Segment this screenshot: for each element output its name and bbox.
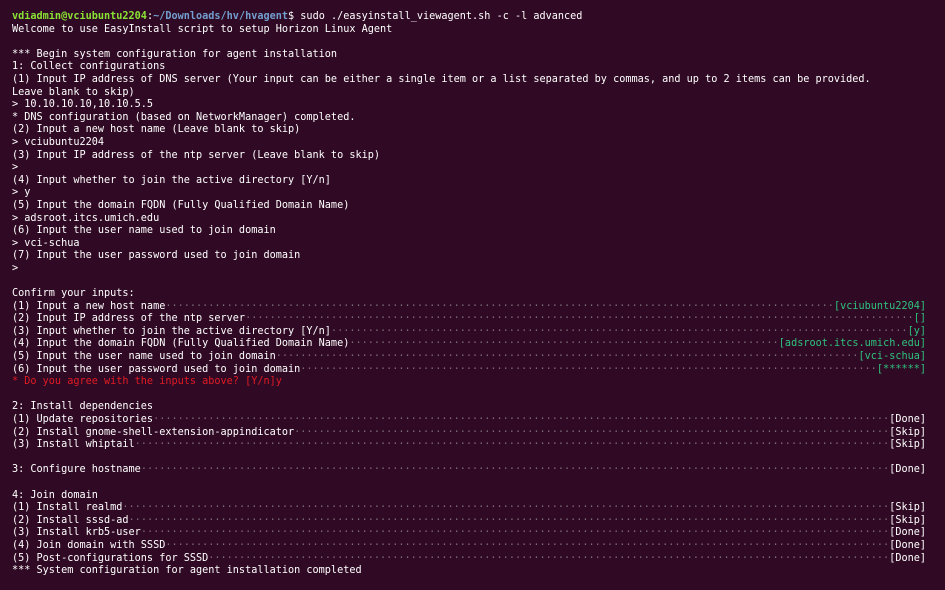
prompt-command: sudo ./easyinstall_viewagent.sh -c -l ad…: [300, 11, 583, 22]
command-prompt-line: vdiadmin@vciubuntu2204:~/Downloads/hv/hv…: [12, 11, 933, 24]
output-line: Leave blank to skip): [12, 86, 135, 98]
dot-leader: [276, 351, 859, 364]
output-line: (7) Input the user password used to join…: [12, 250, 301, 262]
output-line: *** Begin system configuration for agent…: [12, 48, 338, 60]
join-row-label: (4) Join domain with SSSD: [12, 539, 166, 551]
deps-row-status: [Done]: [889, 414, 926, 425]
join-row: (4) Join domain with SSSD [Done]: [12, 540, 926, 553]
output-line: (4) Input whether to join the active dir…: [12, 174, 331, 186]
join-row-status: [Skip]: [889, 514, 926, 526]
output-line: (2) Input a new host name (Leave blank t…: [12, 124, 301, 136]
dot-leader: [153, 414, 889, 427]
join-row-status: [Done]: [889, 552, 926, 564]
confirm-row: (5) Input the user name used to join dom…: [12, 351, 926, 364]
join-row: (1) Install realmd [Skip]: [12, 502, 926, 515]
prompt-path: ~/Downloads/hv/hvagent: [153, 11, 289, 22]
join-row-label: (1) Install realmd: [12, 502, 123, 514]
dot-leader: [141, 527, 889, 540]
confirm-row-value: [adsroot.itcs.umich.edu]: [778, 338, 926, 350]
deps-row-status: [Skip]: [889, 426, 926, 438]
deps-row-label: (3) Install whiptail: [12, 439, 135, 451]
dot-leader: [129, 515, 890, 528]
confirm-row-value: [******]: [876, 363, 926, 375]
join-row-status: [Skip]: [889, 502, 926, 514]
output-line: 1: Collect configurations: [12, 61, 166, 73]
confirm-row-value: [vci-schua]: [858, 351, 926, 363]
output-line: > 10.10.10.10,10.10.5.5: [12, 99, 154, 111]
dot-leader: [122, 502, 889, 515]
confirm-row: (2) Input IP address of the ntp server []: [12, 313, 926, 326]
terminal-window[interactable]: vdiadmin@vciubuntu2204:~/Downloads/hv/hv…: [0, 0, 945, 590]
confirm-row-label: (3) Input whether to join the active dir…: [12, 325, 331, 337]
confirm-question: * Do you agree with the inputs above? [Y…: [12, 376, 282, 388]
output-line: (5) Input the domain FQDN (Fully Qualifi…: [12, 199, 350, 211]
dot-leader: [349, 338, 778, 351]
output-line: >: [12, 162, 19, 174]
join-row: (2) Install sssd-ad [Skip]: [12, 515, 926, 528]
confirm-row-label: (2) Input IP address of the ntp server: [12, 313, 246, 325]
output-line: > vciubuntu2204: [12, 136, 105, 148]
join-row: (3) Install krb5-user [Done]: [12, 527, 926, 540]
dot-leader: [165, 301, 834, 314]
output-line: > y: [12, 187, 31, 199]
prompt-symbol: $: [288, 11, 301, 22]
confirm-row: (6) Input the user password used to join…: [12, 364, 926, 377]
deps-row: (1) Update repositories [Done]: [12, 414, 926, 427]
output-line: >: [12, 262, 19, 274]
join-row-label: (2) Install sssd-ad: [12, 514, 129, 526]
dot-leader: [245, 313, 914, 326]
deps-row-status: [Skip]: [889, 439, 926, 451]
output-line: (3) Input IP address of the ntp server (…: [12, 149, 381, 161]
join-row-label: (5) Post-configurations for SSSD: [12, 552, 209, 564]
completion-message: *** System configuration for agent insta…: [12, 565, 362, 577]
hostname-row-label: 3: Configure hostname: [12, 464, 141, 476]
output-line: Welcome to use EasyInstall script to set…: [12, 23, 393, 35]
dot-leader: [165, 540, 889, 553]
confirm-row-label: (5) Input the user name used to join dom…: [12, 351, 276, 363]
output-line: * DNS configuration (based on NetworkMan…: [12, 111, 356, 123]
join-row-status: [Done]: [889, 539, 926, 551]
hostname-row-status: [Done]: [889, 464, 926, 476]
dot-leader: [208, 553, 889, 566]
output-line: (6) Input the user name used to join dom…: [12, 225, 276, 237]
confirm-row: (1) Input a new host name [vciubuntu2204]: [12, 301, 926, 314]
confirm-row-value: []: [913, 313, 926, 325]
dot-leader: [331, 326, 908, 339]
dot-leader: [141, 464, 889, 477]
dot-leader: [135, 439, 890, 452]
confirm-row: (3) Input whether to join the active dir…: [12, 326, 926, 339]
confirm-row: (4) Input the domain FQDN (Fully Qualifi…: [12, 338, 926, 351]
deps-row-label: (2) Install gnome-shell-extension-appind…: [12, 426, 295, 438]
deps-row: (3) Install whiptail [Skip]: [12, 439, 926, 452]
hostname-row: 3: Configure hostname [Done]: [12, 464, 926, 477]
deps-heading: 2: Install dependencies: [12, 401, 154, 413]
confirm-row-label: (4) Input the domain FQDN (Fully Qualifi…: [12, 338, 350, 350]
join-row-status: [Done]: [889, 527, 926, 539]
confirm-row-label: (1) Input a new host name: [12, 300, 166, 312]
prompt-user-host: vdiadmin@vciubuntu2204: [12, 11, 147, 22]
output-line: (1) Input IP address of DNS server (Your…: [12, 73, 871, 85]
deps-row-label: (1) Update repositories: [12, 414, 154, 425]
confirm-heading: Confirm your inputs:: [12, 288, 135, 300]
output-line: > adsroot.itcs.umich.edu: [12, 212, 160, 224]
join-row: (5) Post-configurations for SSSD [Done]: [12, 553, 926, 566]
dot-leader: [294, 427, 889, 440]
confirm-row-value: [vciubuntu2204]: [833, 300, 926, 312]
output-line: > vci-schua: [12, 237, 80, 249]
join-row-label: (3) Install krb5-user: [12, 527, 141, 539]
confirm-row-value: [y]: [907, 325, 926, 337]
join-heading: 4: Join domain: [12, 489, 98, 501]
dot-leader: [300, 364, 877, 377]
confirm-row-label: (6) Input the user password used to join…: [12, 363, 301, 375]
deps-row: (2) Install gnome-shell-extension-appind…: [12, 427, 926, 440]
